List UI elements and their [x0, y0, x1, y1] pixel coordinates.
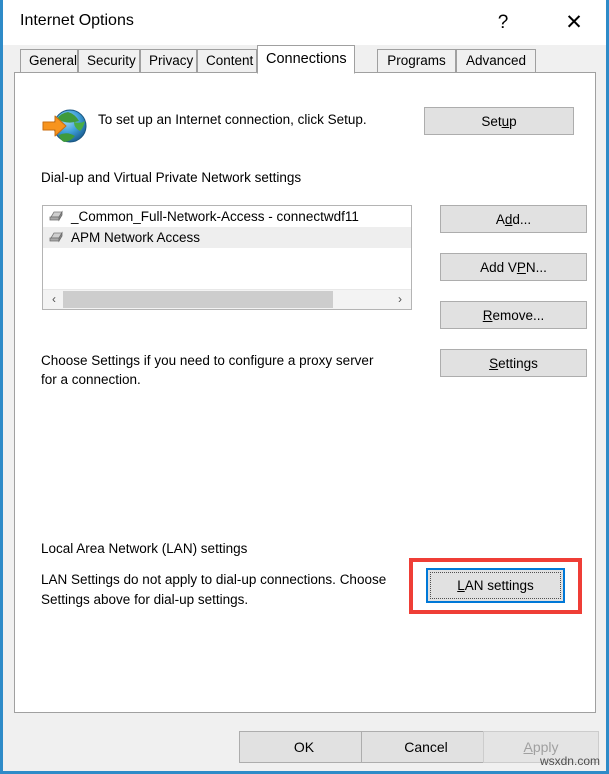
lan-note: LAN Settings do not apply to dial-up con… — [41, 572, 387, 607]
setup-description: To set up an Internet connection, click … — [98, 112, 367, 127]
proxy-note: Choose Settings if you need to configure… — [41, 353, 374, 387]
close-icon[interactable]: ✕ — [551, 0, 597, 45]
list-item[interactable]: _Common_Full-Network-Access - connectwdf… — [43, 206, 411, 227]
lan-group-label: Local Area Network (LAN) settings — [41, 541, 257, 556]
settings-button-label: Settings — [489, 355, 538, 371]
connection-icon — [49, 231, 63, 243]
setup-button-label: Setup — [481, 113, 517, 129]
watermark: wsxdn.com — [539, 754, 600, 768]
tab-privacy[interactable]: Privacy — [140, 49, 197, 73]
ok-button[interactable]: OK — [239, 731, 369, 763]
tab-connections[interactable]: Connections — [257, 45, 355, 74]
add-vpn-button[interactable]: Add VPN... — [440, 253, 587, 281]
settings-button[interactable]: Settings — [440, 349, 587, 377]
remove-button[interactable]: Remove... — [440, 301, 587, 329]
tab-security[interactable]: Security — [78, 49, 140, 73]
cancel-button[interactable]: Cancel — [361, 731, 491, 763]
remove-button-label: Remove... — [482, 307, 545, 323]
add-vpn-button-label: Add VPN... — [480, 259, 547, 275]
tab-content[interactable]: Content — [197, 49, 257, 73]
lan-settings-button[interactable]: LAN settings — [426, 568, 565, 603]
tab-advanced[interactable]: Advanced — [456, 49, 536, 73]
scrollbar-thumb[interactable] — [63, 291, 333, 308]
apply-button-label: Apply — [523, 739, 559, 755]
internet-options-dialog: Internet Options ? ✕ General Security Pr… — [0, 0, 609, 774]
lan-settings-button-label: LAN settings — [457, 578, 534, 593]
list-item-label: _Common_Full-Network-Access - connectwdf… — [71, 209, 359, 224]
scroll-right-icon[interactable]: › — [391, 290, 409, 309]
tab-programs[interactable]: Programs — [377, 49, 456, 73]
scroll-left-icon[interactable]: ‹ — [45, 290, 63, 309]
horizontal-scrollbar[interactable]: ‹ › — [43, 289, 411, 309]
tab-general[interactable]: General — [20, 49, 78, 73]
connections-tab-panel: To set up an Internet connection, click … — [14, 72, 596, 713]
help-icon[interactable]: ? — [480, 0, 526, 45]
title-bar: Internet Options ? ✕ — [3, 0, 606, 45]
connections-listbox[interactable]: _Common_Full-Network-Access - connectwdf… — [42, 205, 412, 310]
globe-with-arrow-icon — [42, 109, 87, 143]
dialup-group-label: Dial-up and Virtual Private Network sett… — [41, 170, 311, 185]
list-item-label: APM Network Access — [71, 230, 201, 245]
window-title: Internet Options — [20, 12, 134, 29]
list-item[interactable]: APM Network Access — [43, 227, 411, 248]
tab-strip: General Security Privacy Content Connect… — [3, 45, 606, 74]
connection-icon — [49, 210, 63, 222]
add-button[interactable]: Add... — [440, 205, 587, 233]
add-button-label: Add... — [495, 211, 532, 227]
setup-button[interactable]: Setup — [424, 107, 574, 135]
